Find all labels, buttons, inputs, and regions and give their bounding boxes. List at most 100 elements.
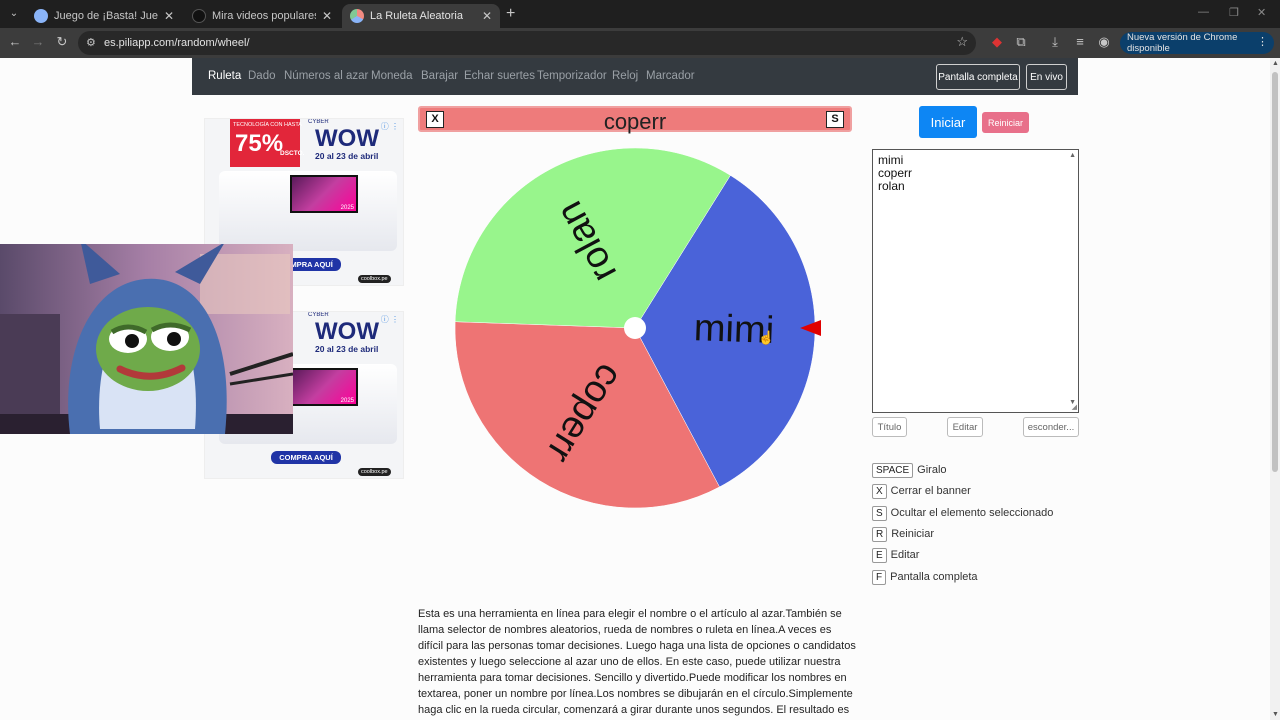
nav-moneda[interactable]: Moneda xyxy=(371,70,413,82)
ad-fine-print xyxy=(209,467,349,477)
shortcut-label: Ocultar el elemento seleccionado xyxy=(890,507,1054,519)
shortcut-row: SPACE Giralo xyxy=(872,462,947,478)
nav-marcador[interactable]: Marcador xyxy=(646,70,695,82)
nav-numeros[interactable]: Números al azar xyxy=(284,70,368,82)
fullscreen-button[interactable]: Pantalla completa xyxy=(936,64,1020,90)
nav-dado[interactable]: Dado xyxy=(248,70,276,82)
ad-wow: WOW xyxy=(315,318,379,345)
ad-year: 2025 xyxy=(340,205,354,211)
ad-tag: TECNOLOGÍA CON HASTA xyxy=(233,122,302,128)
browser-tab-3[interactable]: La Ruleta Aleatoria ✕ xyxy=(342,4,500,28)
tab-title: La Ruleta Aleatoria xyxy=(370,10,463,22)
ad-dates: 20 al 23 de abril xyxy=(315,151,379,161)
shortcut-key: E xyxy=(872,547,887,563)
shortcut-row: S Ocultar el elemento seleccionado xyxy=(872,505,1053,521)
shortcut-row: F Pantalla completa xyxy=(872,569,978,585)
reload-icon[interactable]: ↻ xyxy=(53,34,71,50)
shortcut-label: Reiniciar xyxy=(891,528,935,540)
globe-icon xyxy=(34,9,48,23)
reset-button[interactable]: Reiniciar xyxy=(982,112,1029,133)
spin-wheel[interactable]: mimi coperr rolan xyxy=(445,138,825,518)
ad-info-icon[interactable]: ⓘ ⋮ xyxy=(381,121,399,132)
browser-tab-strip: ⌄ Juego de ¡Basta! Juega Stop, Tu ✕ Mira… xyxy=(0,0,1280,28)
live-button[interactable]: En vivo xyxy=(1026,64,1067,90)
tab-title: Mira videos populares seleccio xyxy=(212,10,316,22)
shortcut-row: X Cerrar el banner xyxy=(872,483,971,499)
wheel-center-hub xyxy=(624,317,646,339)
profile-avatar-icon[interactable]: ◉ xyxy=(1095,34,1113,50)
pepe-character-image xyxy=(0,244,293,434)
mouse-cursor-icon: ☝ xyxy=(758,330,775,345)
name-line: rolan xyxy=(878,179,905,193)
scrollbar-thumb[interactable] xyxy=(1272,72,1278,472)
shortcut-key: R xyxy=(872,526,888,542)
ad-cta-button[interactable]: COMPRA AQUÍ xyxy=(271,451,341,464)
webcam-overlay xyxy=(0,244,293,434)
bookmark-star-icon[interactable]: ☆ xyxy=(956,34,968,50)
ad-discount-block: TECNOLOGÍA CON HASTA 75% DSCTO. xyxy=(230,119,304,167)
extension-icon[interactable]: ◆ xyxy=(988,34,1006,50)
browser-tab-1[interactable]: Juego de ¡Basta! Juega Stop, Tu ✕ xyxy=(26,4,182,28)
shortcut-key: SPACE xyxy=(872,462,914,478)
shortcut-label: Cerrar el banner xyxy=(890,485,971,497)
title-button[interactable]: Título xyxy=(872,417,907,437)
shortcut-key: X xyxy=(872,483,887,499)
ad-dscto: DSCTO. xyxy=(280,150,305,157)
resize-grip-icon[interactable]: ◢ xyxy=(1072,403,1077,411)
nav-temporizador[interactable]: Temporizador xyxy=(537,70,607,82)
media-control-icon[interactable]: ≡ xyxy=(1071,34,1089,49)
ad-year: 2025 xyxy=(340,398,354,404)
page-scrollbar[interactable]: ▲ ▼ xyxy=(1270,58,1280,720)
forward-icon[interactable]: → xyxy=(29,34,47,49)
close-tab-icon[interactable]: ✕ xyxy=(322,9,332,23)
download-icon[interactable]: ⤓ xyxy=(1046,34,1064,50)
ad-brand-logo: coolbox.pe xyxy=(358,468,391,476)
names-textarea[interactable]: mimi coperr rolan ▲ ▼ ◢ xyxy=(872,149,1079,413)
browser-tab-2[interactable]: Mira videos populares seleccio ✕ xyxy=(184,4,340,28)
nav-ruleta[interactable]: Ruleta xyxy=(208,70,241,82)
piliapp-icon xyxy=(350,9,364,23)
shortcut-label: Editar xyxy=(890,549,920,561)
nav-reloj[interactable]: Reloj xyxy=(612,70,638,82)
tab-title: Juego de ¡Basta! Juega Stop, Tu xyxy=(54,10,158,22)
scroll-up-icon[interactable]: ▲ xyxy=(1069,152,1076,159)
tool-description: Esta es una herramienta en línea para el… xyxy=(418,608,856,716)
back-icon[interactable]: ← xyxy=(6,34,24,49)
shortcut-label: Pantalla completa xyxy=(890,571,978,583)
shortcut-row: R Reiniciar xyxy=(872,526,934,542)
shortcut-key: S xyxy=(872,505,887,521)
shortcut-label: Giralo xyxy=(917,464,947,476)
restore-icon[interactable]: ❐ xyxy=(1229,6,1239,19)
url-text: es.piliapp.com/random/wheel/ xyxy=(104,37,250,49)
tab-search-icon[interactable]: ⌄ xyxy=(6,6,22,22)
shortcut-key: F xyxy=(872,569,887,585)
ad-wow: WOW xyxy=(315,125,379,152)
edit-button[interactable]: Editar xyxy=(947,417,983,437)
close-tab-icon[interactable]: ✕ xyxy=(482,9,492,23)
scroll-down-icon[interactable]: ▼ xyxy=(1272,711,1279,718)
ad-dates: 20 al 23 de abril xyxy=(315,344,379,354)
hide-button[interactable]: esconder... xyxy=(1023,417,1079,437)
site-navbar: Ruleta Dado Números al azar Moneda Baraj… xyxy=(192,58,1078,95)
nav-echar-suertes[interactable]: Echar suertes xyxy=(464,70,535,82)
ad-info-icon[interactable]: ⓘ ⋮ xyxy=(381,314,399,325)
new-tab-icon[interactable]: + xyxy=(506,5,515,23)
site-info-icon[interactable]: ⚙ xyxy=(86,36,96,49)
tiktok-icon xyxy=(192,9,206,23)
hide-selected-button[interactable]: S xyxy=(826,111,844,128)
ad-brand-logo: coolbox.pe xyxy=(358,275,391,283)
close-window-icon[interactable]: ✕ xyxy=(1257,6,1266,19)
address-bar[interactable]: ⚙ es.piliapp.com/random/wheel/ ☆ xyxy=(78,31,976,55)
scroll-up-icon[interactable]: ▲ xyxy=(1272,60,1279,67)
start-button[interactable]: Iniciar xyxy=(919,106,977,138)
result-banner: X coperr S xyxy=(418,106,852,134)
extensions-puzzle-icon[interactable]: ⧉ xyxy=(1012,34,1030,50)
ad-percent: 75% xyxy=(235,130,284,157)
chrome-update-chip[interactable]: Nueva versión de Chrome disponible ⋮ xyxy=(1120,32,1274,54)
close-tab-icon[interactable]: ✕ xyxy=(164,9,174,23)
shortcut-row: E Editar xyxy=(872,547,919,563)
minimize-icon[interactable]: — xyxy=(1198,6,1209,18)
page-content: Ruleta Dado Números al azar Moneda Baraj… xyxy=(0,58,1270,720)
nav-barajar[interactable]: Barajar xyxy=(421,70,458,82)
menu-dots-icon[interactable]: ⋮ xyxy=(1257,35,1268,48)
